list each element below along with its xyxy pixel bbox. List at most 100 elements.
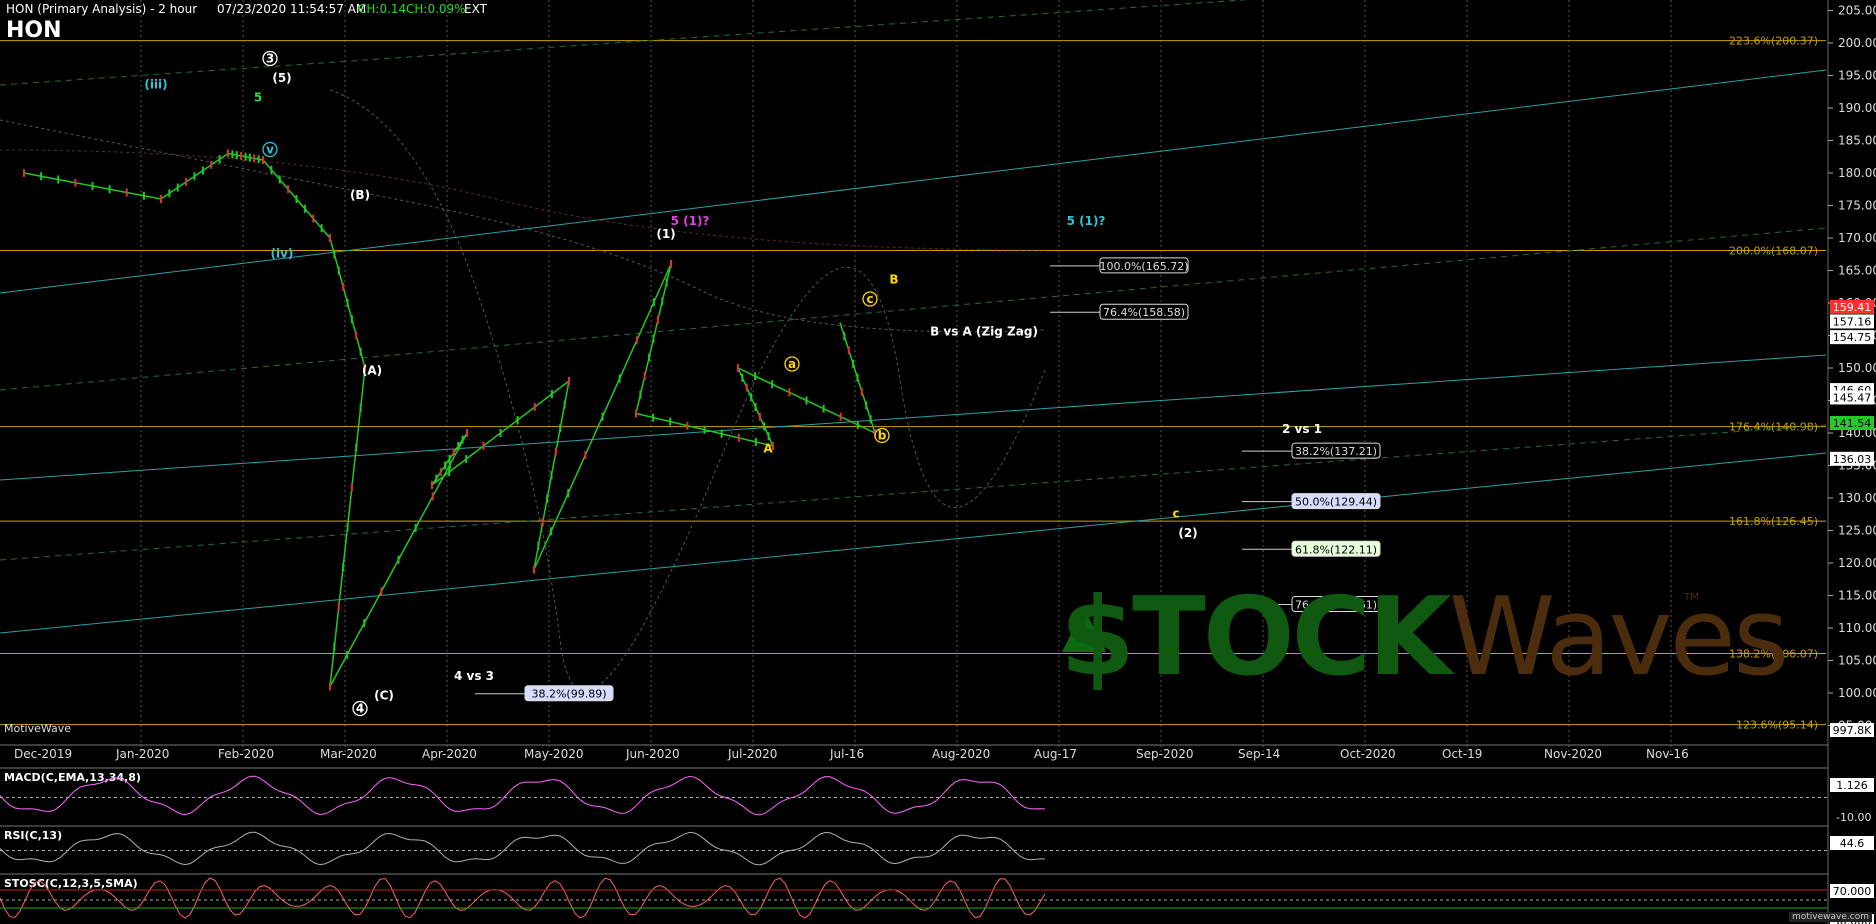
wave-label: (iii) — [144, 78, 167, 92]
price-candle — [758, 412, 761, 421]
x-tick-label: Aug-2020 — [932, 747, 990, 761]
price-candle — [257, 155, 260, 164]
price-candle — [635, 336, 638, 345]
wave-label: (C) — [374, 689, 394, 703]
price-candle — [670, 260, 672, 268]
wave-label: a — [788, 357, 796, 371]
price-candle — [342, 282, 345, 291]
price-candle — [248, 153, 251, 162]
wave-label: 5 (1)? — [1067, 214, 1106, 228]
y-tick-label: 115.00 — [1838, 589, 1876, 603]
watermark-waves: Waves — [1448, 575, 1790, 700]
price-candle — [754, 437, 757, 446]
x-tick-label: Oct-19 — [1442, 747, 1482, 761]
y-tick-label: 130.00 — [1838, 491, 1876, 505]
price-candle — [333, 642, 336, 651]
band-upper — [0, 119, 1046, 333]
wave-label: 2 vs 1 — [1282, 422, 1322, 436]
price-candle — [23, 169, 25, 177]
price-candle — [444, 461, 447, 470]
price-candle — [763, 422, 766, 431]
price-candle — [856, 420, 859, 429]
price-candle — [350, 483, 353, 492]
wave-label: (2) — [1178, 526, 1197, 540]
x-tick-label: Apr-2020 — [422, 747, 477, 761]
price-candle — [618, 374, 621, 383]
price-candle — [431, 481, 433, 489]
price-candle — [452, 448, 455, 457]
price-candle — [737, 433, 740, 442]
price-candle — [639, 390, 642, 399]
price-candle — [567, 489, 570, 498]
price-candle — [168, 189, 171, 198]
price-candle — [465, 455, 468, 463]
price-candle — [686, 421, 689, 430]
price-candle — [397, 555, 400, 564]
indicator-line — [0, 831, 1045, 866]
y-tick-label: 105.00 — [1838, 654, 1876, 668]
target-box-label: 100.0%(165.72) — [1099, 260, 1188, 273]
chart-canvas[interactable]: 95.00100.00105.00110.00115.00120.00125.0… — [0, 0, 1876, 924]
wave-label: (5) — [272, 71, 291, 85]
indicator-line — [0, 877, 1046, 919]
y-tick-label: 120.00 — [1838, 556, 1876, 570]
x-tick-label: Sep-14 — [1238, 747, 1280, 761]
price-candle — [40, 172, 43, 181]
x-tick-label: May-2020 — [524, 747, 583, 761]
fib-level-label: 123.6%(95.14) — [1736, 719, 1818, 732]
price-candle — [856, 373, 859, 382]
session-label: EXT — [464, 2, 487, 16]
price-candle — [57, 175, 60, 184]
price-candle — [584, 450, 587, 459]
price-candle — [74, 178, 77, 187]
price-tag-label: 136.03 — [1833, 453, 1872, 466]
indicator-line — [0, 775, 1046, 816]
price-candle — [125, 188, 128, 197]
x-tick-label: Sep-2020 — [1136, 747, 1194, 761]
y-tick-label: 175.00 — [1838, 199, 1876, 213]
price-candle — [568, 377, 570, 385]
wave-label: b — [878, 429, 887, 443]
x-tick-label: Jun-2020 — [625, 747, 680, 761]
y-tick-label: 125.00 — [1838, 524, 1876, 538]
fib-level-label: 161.8%(126.45) — [1729, 515, 1818, 528]
price-candle — [160, 195, 162, 203]
band-lower — [329, 89, 1046, 692]
target-box-label: 61.8%(122.11) — [1295, 543, 1377, 556]
moving-average — [0, 149, 1046, 251]
price-candle — [142, 191, 145, 200]
motivewave-label: MotiveWave — [4, 722, 72, 735]
price-candle — [108, 185, 111, 194]
price-candle — [703, 425, 706, 434]
price-candle — [652, 334, 655, 343]
price-candle — [601, 412, 604, 421]
price-candle — [201, 166, 204, 175]
price-candle — [346, 523, 349, 532]
price-candle — [652, 413, 655, 422]
target-box-label: 76.4%(158.58) — [1103, 306, 1185, 319]
price-candle — [860, 387, 863, 396]
change-percent: CH:0.09% — [406, 2, 466, 16]
price-candle — [185, 177, 188, 186]
price-candle — [235, 151, 238, 160]
price-candle — [363, 619, 366, 628]
price-candle — [435, 474, 438, 483]
indicator-value-label: 70.000 — [1833, 885, 1872, 898]
price-candle — [822, 404, 825, 413]
x-tick-label: Jul-2020 — [727, 747, 777, 761]
price-candle — [754, 372, 757, 381]
price-candle — [333, 250, 336, 259]
price-candle — [380, 587, 383, 596]
price-candle — [414, 524, 417, 533]
y-tick-label: 200.00 — [1838, 36, 1876, 50]
target-box-label: 50.0%(129.44) — [1295, 496, 1377, 509]
wave-label: 3 — [266, 52, 274, 66]
fib-level-label: 200.0%(168.07) — [1729, 245, 1818, 258]
wave-label: (A) — [362, 364, 382, 378]
y-tick-label: 190.00 — [1838, 101, 1876, 115]
price-candle — [350, 315, 353, 324]
chart-title: HON (Primary Analysis) - 2 hour — [6, 2, 198, 16]
watermark-trademark: TM — [1684, 592, 1699, 603]
wave-label: (1) — [656, 227, 675, 241]
price-candle — [745, 383, 748, 392]
